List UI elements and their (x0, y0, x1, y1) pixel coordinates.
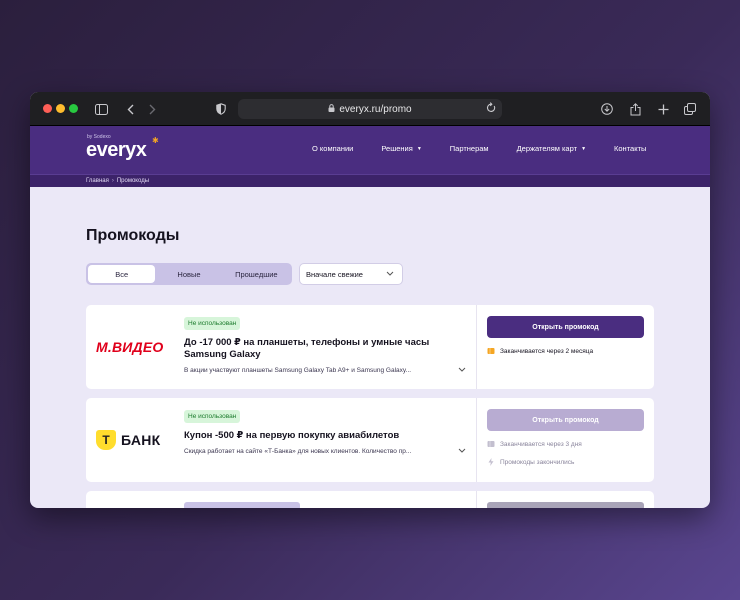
page-title: Промокоды (86, 227, 180, 244)
nav-label: Контакты (614, 144, 647, 153)
nav-label: О компании (312, 144, 354, 153)
logo-spark-icon: ✱ (152, 136, 159, 145)
url-text: everyx.ru/promo (339, 103, 412, 115)
promo-card: Т БАНК Не использован Купон -500 ₽ на пе… (86, 398, 654, 482)
minimize-window-button[interactable] (56, 104, 65, 113)
browser-window: everyx.ru/promo by Sodexo everyx ✱ О ком… (30, 92, 710, 508)
ticket-icon (487, 347, 495, 355)
promo-card: М.ВИДЕО Не использован До -17 000 ₽ на п… (86, 305, 654, 389)
nav-item-partners[interactable]: Партнерам (450, 144, 489, 153)
download-icon[interactable] (600, 92, 614, 126)
expiry-line: Заканчивается через 2 месяца (487, 347, 593, 355)
page-content: Промокоды Все Новые Прошедшие Вначале св… (30, 187, 710, 508)
everyx-logo[interactable]: by Sodexo everyx ✱ (86, 134, 159, 161)
sidebar-toggle-icon[interactable] (93, 92, 109, 126)
expiry-text: Заканчивается через 2 месяца (500, 347, 594, 355)
status-badge (184, 502, 300, 508)
promo-description: В акции участвуют планшеты Samsung Galax… (184, 367, 412, 374)
expand-chevron-icon[interactable] (458, 448, 466, 455)
status-badge: Не использован (184, 410, 241, 423)
promo-description: Скидка работает на сайте «Т-Банка» для н… (184, 448, 412, 455)
reload-icon[interactable] (486, 102, 496, 116)
filter-all[interactable]: Все (88, 265, 156, 283)
lock-icon (328, 103, 335, 115)
brand-name: М.ВИДЕО (96, 339, 164, 355)
promo-title: Купон -500 ₽ на первую покупку авиабилет… (184, 430, 400, 441)
caret-down-icon: ▼ (581, 145, 587, 152)
lightning-icon (487, 458, 495, 466)
mvideo-logo: М.ВИДЕО (96, 305, 176, 389)
tab-overview-icon[interactable] (683, 92, 697, 126)
caret-down-icon: ▼ (416, 145, 422, 152)
filter-new[interactable]: Новые (155, 265, 222, 283)
ticket-icon (487, 440, 495, 448)
filter-segmented-control: Все Новые Прошедшие (86, 263, 292, 285)
nav-item-solutions[interactable]: Решения ▼ (381, 144, 421, 153)
promo-card-actions (477, 491, 654, 508)
expand-chevron-icon[interactable] (458, 367, 466, 374)
site-header: by Sodexo everyx ✱ О компании Решения ▼ … (30, 126, 710, 174)
open-promo-button[interactable]: Открыть промокод (487, 409, 644, 431)
open-promo-button[interactable]: Открыть промокод (487, 316, 644, 338)
chevron-down-icon (386, 269, 394, 278)
sort-value: Вначале свежие (306, 269, 363, 279)
close-window-button[interactable] (43, 104, 52, 113)
brand-name: БАНК (121, 432, 161, 448)
nav-label: Держателям карт (516, 144, 578, 153)
tbank-logo: Т БАНК (96, 398, 176, 482)
breadcrumb-separator: › (111, 178, 114, 184)
status-badge: Не использован (184, 317, 241, 330)
maximize-window-button[interactable] (69, 104, 78, 113)
share-icon[interactable] (628, 92, 642, 126)
new-tab-icon[interactable] (656, 92, 670, 126)
nav-label: Партнерам (449, 144, 489, 153)
promo-card-main (86, 491, 477, 508)
nav-item-contacts[interactable]: Контакты (614, 144, 646, 153)
promo-card-actions: Открыть промокод Заканчивается через 2 м… (477, 305, 654, 389)
browser-toolbar: everyx.ru/promo (30, 92, 710, 126)
address-bar[interactable]: everyx.ru/promo (238, 99, 502, 119)
availability-text: Промокоды закончились (500, 458, 575, 466)
back-icon[interactable] (124, 92, 136, 126)
forward-icon[interactable] (146, 92, 158, 126)
availability-line: Промокоды закончились (487, 458, 574, 466)
privacy-shield-icon[interactable] (214, 92, 228, 126)
breadcrumb-home[interactable]: Главная (86, 178, 109, 184)
expiry-text: Заканчивается через 3 дня (500, 440, 582, 448)
promo-card-actions: Открыть промокод Заканчивается через 3 д… (477, 398, 654, 482)
promo-card-main: Т БАНК Не использован Купон -500 ₽ на пе… (86, 398, 477, 482)
main-nav: О компании Решения ▼ Партнерам Держателя… (312, 144, 646, 153)
breadcrumb: Главная › Промокоды (30, 174, 710, 187)
nav-item-company[interactable]: О компании (312, 144, 353, 153)
nav-item-cardholders[interactable]: Держателям карт ▼ (517, 144, 586, 153)
breadcrumb-current: Промокоды (116, 178, 150, 184)
nav-label: Решения (381, 144, 413, 153)
open-promo-button[interactable] (487, 502, 644, 508)
sort-select[interactable]: Вначале свежие (299, 263, 403, 285)
filter-past[interactable]: Прошедшие (223, 265, 290, 283)
promo-title: До -17 000 ₽ на планшеты, телефоны и умн… (184, 337, 430, 360)
expiry-line: Заканчивается через 3 дня (487, 440, 582, 448)
logo-wordmark: everyx (86, 139, 147, 161)
promo-card-main: М.ВИДЕО Не использован До -17 000 ₽ на п… (86, 305, 477, 389)
promo-card (86, 491, 654, 508)
tbank-shield-icon: Т (96, 430, 116, 450)
